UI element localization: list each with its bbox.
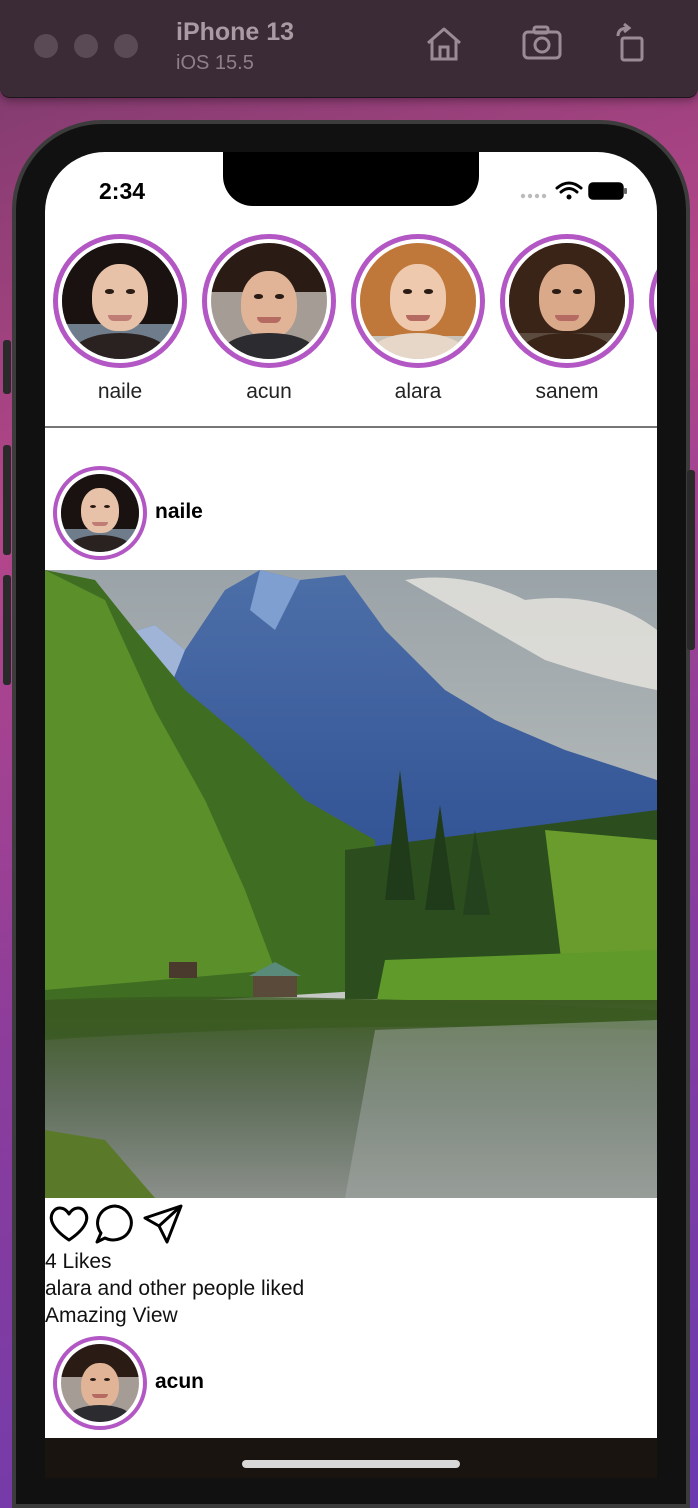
avatar xyxy=(61,474,139,552)
simulator-device-name: iPhone 13 xyxy=(176,18,295,46)
share-icon[interactable] xyxy=(141,1202,185,1246)
story-ring xyxy=(649,234,657,368)
post-avatar-ring xyxy=(53,1336,147,1430)
post-username[interactable]: acun xyxy=(155,1370,204,1394)
next-post-image-peek xyxy=(45,1438,657,1478)
wifi-icon xyxy=(555,181,583,200)
story-ring xyxy=(351,234,485,368)
notch xyxy=(223,152,479,206)
liked-by-text: alara and other people liked xyxy=(45,1277,305,1300)
story-ring xyxy=(500,234,634,368)
likes-count[interactable]: 4 Likes xyxy=(45,1250,112,1274)
story-item-partial[interactable] xyxy=(649,234,657,368)
story-label: alara xyxy=(394,380,442,403)
post-avatar-ring xyxy=(53,466,147,560)
avatar xyxy=(360,243,476,359)
story-ring xyxy=(53,234,187,368)
avatar xyxy=(62,243,178,359)
avatar xyxy=(509,243,625,359)
story-item-alara[interactable]: alara xyxy=(351,234,485,404)
story-item-naile[interactable]: naile xyxy=(53,234,187,404)
simulator-os-version: iOS 15.5 xyxy=(176,52,254,74)
comment-icon[interactable] xyxy=(93,1202,137,1246)
avatar xyxy=(61,1344,139,1422)
stories-divider xyxy=(45,426,657,428)
story-ring xyxy=(202,234,336,368)
app-screen: 2:34 naile acun alara sanem naile 4 Like… xyxy=(45,152,657,1472)
post-header[interactable]: naile xyxy=(45,466,657,562)
post-caption: Amazing View xyxy=(45,1304,178,1327)
post-actions xyxy=(47,1202,207,1248)
rotate-icon[interactable] xyxy=(612,22,656,66)
post-header[interactable]: acun xyxy=(45,1336,657,1432)
home-icon[interactable] xyxy=(422,22,466,66)
stories-bar: naile acun alara sanem xyxy=(45,234,657,404)
post-image[interactable] xyxy=(45,570,657,1198)
story-label: acun xyxy=(246,380,292,403)
power-button xyxy=(687,470,695,650)
window-minimize-button[interactable] xyxy=(74,34,98,58)
story-label: naile xyxy=(97,380,143,403)
home-indicator[interactable] xyxy=(242,1460,460,1468)
simulator-toolbar: iPhone 13 iOS 15.5 xyxy=(0,0,698,98)
window-close-button[interactable] xyxy=(34,34,58,58)
silent-switch xyxy=(3,340,11,394)
cellular-icon xyxy=(520,193,547,199)
story-item-acun[interactable]: acun xyxy=(202,234,336,404)
window-zoom-button[interactable] xyxy=(114,34,138,58)
story-item-sanem[interactable]: sanem xyxy=(500,234,634,404)
heart-icon[interactable] xyxy=(47,1202,91,1246)
status-icons xyxy=(520,181,627,200)
screenshot-icon[interactable] xyxy=(520,22,564,66)
volume-down-button xyxy=(3,575,11,685)
post-username[interactable]: naile xyxy=(155,500,203,524)
status-time: 2:34 xyxy=(99,178,146,204)
story-label: sanem xyxy=(535,380,599,403)
avatar xyxy=(211,243,327,359)
volume-up-button xyxy=(3,445,11,555)
battery-icon xyxy=(588,182,627,200)
